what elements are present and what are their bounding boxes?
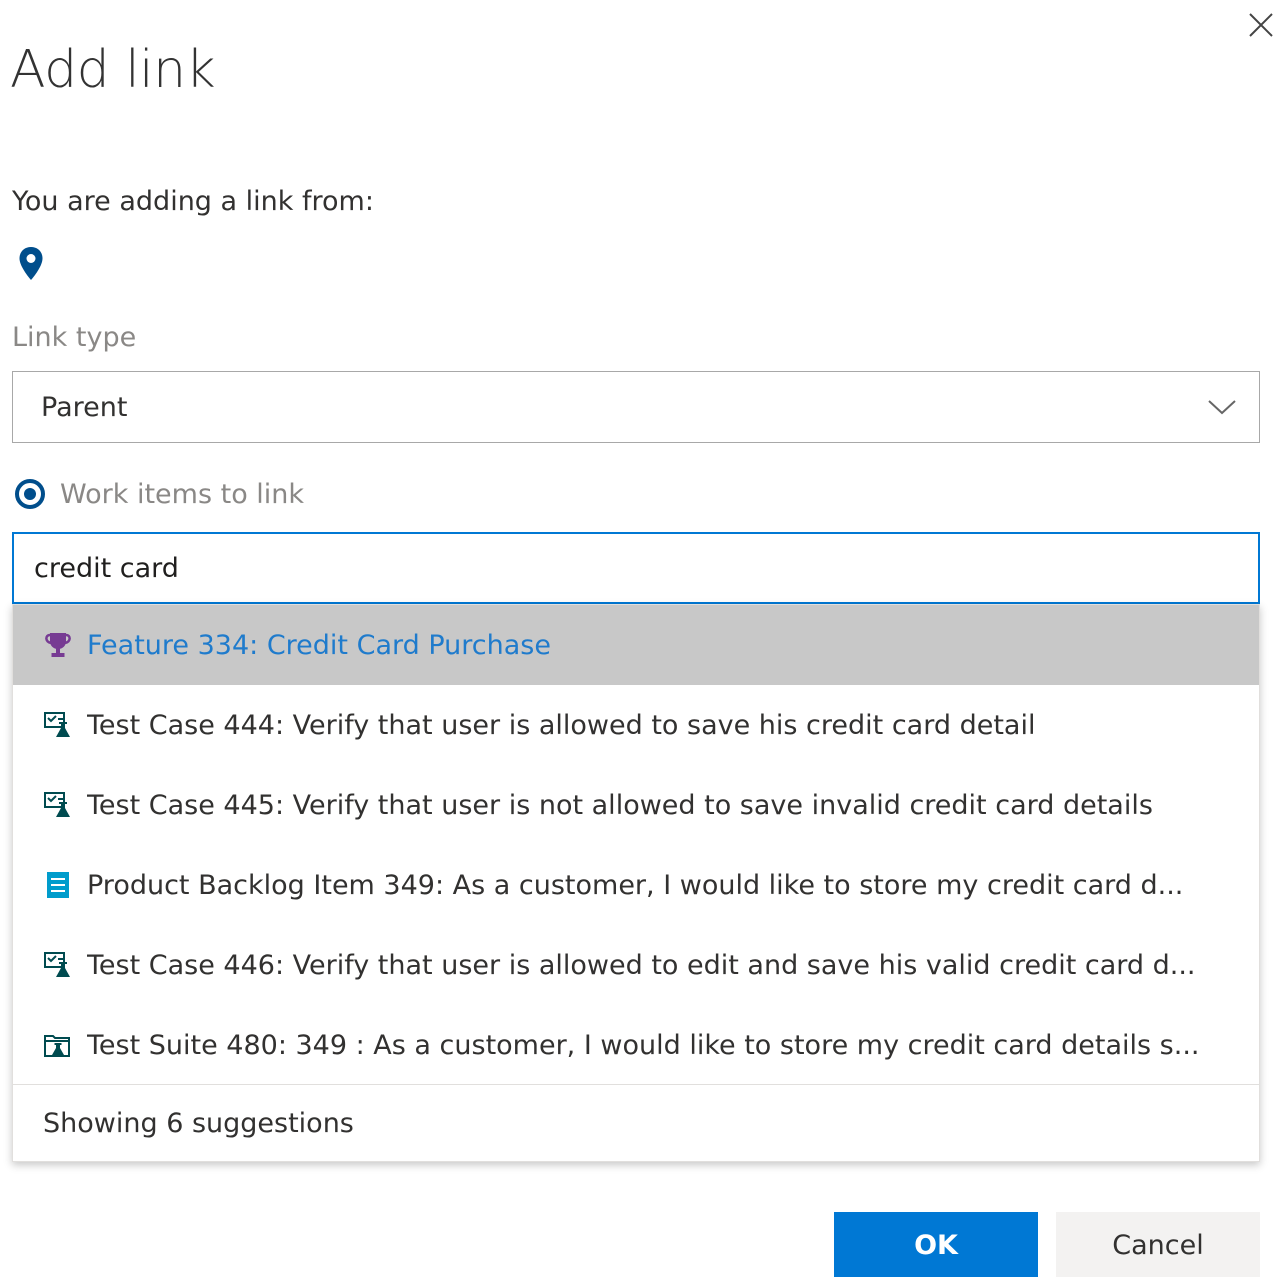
suggestion-text: Test Suite 480: 349 : As a customer, I w… [87, 1029, 1200, 1061]
test-case-icon [44, 792, 70, 817]
link-type-value: Parent [41, 391, 128, 423]
work-items-label: Work items to link [60, 478, 305, 510]
link-type-select[interactable]: Parent [12, 371, 1260, 443]
suggestion-text: Test Case 444: Verify that user is allow… [87, 709, 1036, 741]
source-label: You are adding a link from: [12, 186, 374, 217]
suggestion-item[interactable]: Test Case 444: Verify that user is allow… [13, 685, 1259, 765]
suggestion-text: Test Case 446: Verify that user is allow… [87, 949, 1196, 981]
suggestion-item[interactable]: Test Case 445: Verify that user is not a… [13, 765, 1259, 845]
suggestion-text: Test Case 445: Verify that user is not a… [87, 789, 1153, 821]
link-type-label: Link type [12, 322, 137, 353]
suggestions-count: Showing 6 suggestions [43, 1108, 354, 1139]
map-pin-icon [19, 247, 43, 280]
suggestion-item[interactable]: Product Backlog Item 349: As a customer,… [13, 845, 1259, 925]
trophy-icon [45, 633, 71, 657]
suggestions-divider [13, 1084, 1259, 1085]
test-case-icon [44, 712, 70, 737]
test-case-icon [44, 952, 70, 977]
work-items-search-input[interactable] [12, 532, 1260, 604]
suggestion-item[interactable]: Test Suite 480: 349 : As a customer, I w… [13, 1005, 1259, 1085]
test-suite-icon [44, 1035, 70, 1057]
close-button[interactable] [1244, 8, 1278, 42]
suggestions-list: Feature 334: Credit Card Purchase Test C… [12, 604, 1260, 1162]
ok-button[interactable]: OK [834, 1212, 1038, 1277]
suggestion-item[interactable]: Feature 334: Credit Card Purchase [13, 605, 1259, 685]
work-items-header: Work items to link [14, 478, 304, 510]
dialog-title: Add link [10, 40, 216, 100]
backlog-item-icon [47, 872, 69, 898]
target-icon [15, 479, 45, 509]
close-icon [1249, 13, 1273, 37]
suggestion-text: Feature 334: Credit Card Purchase [87, 629, 551, 661]
suggestion-item[interactable]: Test Case 446: Verify that user is allow… [13, 925, 1259, 1005]
cancel-button[interactable]: Cancel [1056, 1212, 1260, 1277]
suggestion-text: Product Backlog Item 349: As a customer,… [87, 869, 1184, 901]
chevron-down-icon [1208, 400, 1236, 415]
